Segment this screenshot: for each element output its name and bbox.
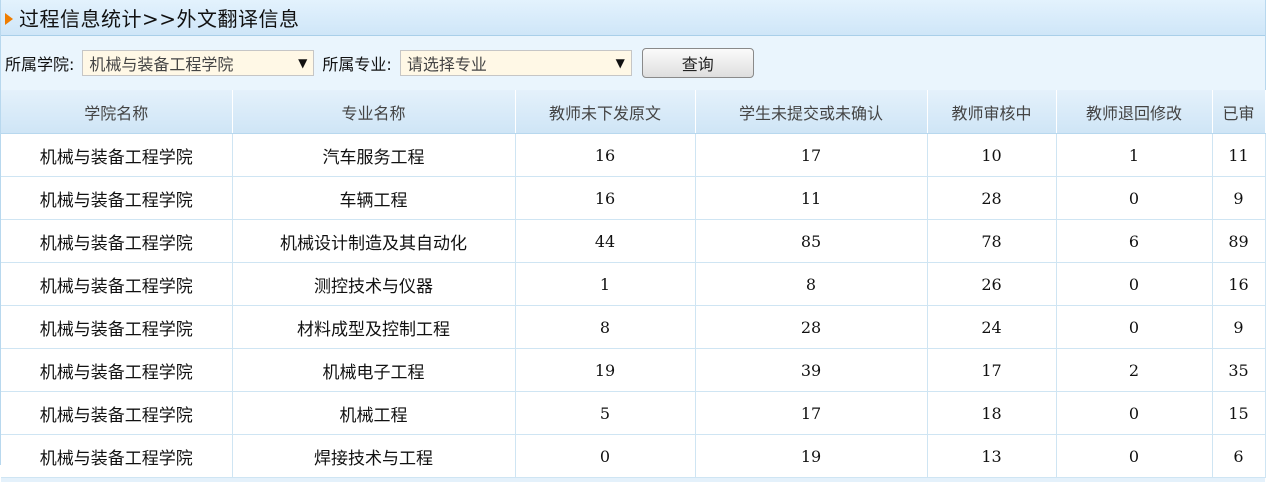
header-teacher-not-issued: 教师未下发原文: [515, 90, 696, 134]
header-reviewed: 已审: [1212, 90, 1266, 134]
title-bar: 过程信息统计>>外文翻译信息: [1, 0, 1265, 36]
cell-teacher-returned: 0: [1056, 176, 1213, 220]
cell-teacher-reviewing: 24: [927, 305, 1057, 349]
cell-teacher-reviewing: 10: [927, 133, 1057, 177]
header-major: 专业名称: [232, 90, 516, 134]
table-row: 机械与装备工程学院 车辆工程 16 11 28 0 9: [1, 176, 1266, 220]
cell-teacher-returned: 0: [1056, 262, 1213, 306]
cell-student-not-submitted: 17: [695, 391, 928, 435]
chevron-down-icon: ▼: [615, 56, 625, 70]
cell-major: 机械工程: [232, 391, 516, 435]
cell-teacher-reviewing: 26: [927, 262, 1057, 306]
arrow-right-icon: [5, 12, 13, 25]
cell-college: 机械与装备工程学院: [1, 262, 233, 306]
table-footer-strip: [1, 478, 1265, 482]
cell-reviewed: 6: [1212, 434, 1266, 478]
cell-major: 车辆工程: [232, 176, 516, 220]
cell-major: 汽车服务工程: [232, 133, 516, 177]
filter-bar: 所属学院: 机械与装备工程学院 ▼ 所属专业: 请选择专业 ▼ 查询: [1, 36, 1265, 90]
cell-student-not-submitted: 28: [695, 305, 928, 349]
cell-student-not-submitted: 11: [695, 176, 928, 220]
cell-college: 机械与装备工程学院: [1, 434, 233, 478]
header-teacher-returned: 教师退回修改: [1056, 90, 1213, 134]
cell-major: 机械电子工程: [232, 348, 516, 392]
college-select[interactable]: 机械与装备工程学院 ▼: [82, 50, 315, 76]
cell-teacher-not-issued: 16: [515, 176, 696, 220]
query-button[interactable]: 查询: [641, 48, 754, 78]
college-select-value: 机械与装备工程学院: [89, 55, 234, 74]
cell-college: 机械与装备工程学院: [1, 176, 233, 220]
table-row: 机械与装备工程学院 机械工程 5 17 18 0 15: [1, 391, 1266, 435]
cell-teacher-reviewing: 17: [927, 348, 1057, 392]
table-row: 机械与装备工程学院 机械电子工程 19 39 17 2 35: [1, 348, 1266, 392]
table-row: 机械与装备工程学院 机械设计制造及其自动化 44 85 78 6 89: [1, 219, 1266, 263]
cell-college: 机械与装备工程学院: [1, 219, 233, 263]
cell-reviewed: 11: [1212, 133, 1266, 177]
cell-major: 测控技术与仪器: [232, 262, 516, 306]
cell-teacher-reviewing: 28: [927, 176, 1057, 220]
page-title: 过程信息统计>>外文翻译信息: [19, 7, 300, 31]
cell-reviewed: 16: [1212, 262, 1266, 306]
cell-teacher-returned: 1: [1056, 133, 1213, 177]
cell-teacher-returned: 0: [1056, 305, 1213, 349]
cell-teacher-not-issued: 8: [515, 305, 696, 349]
major-select-value: 请选择专业: [406, 55, 487, 74]
cell-major: 机械设计制造及其自动化: [232, 219, 516, 263]
table-row: 机械与装备工程学院 测控技术与仪器 1 8 26 0 16: [1, 262, 1266, 306]
cell-reviewed: 15: [1212, 391, 1266, 435]
cell-college: 机械与装备工程学院: [1, 305, 233, 349]
chevron-down-icon: ▼: [298, 56, 308, 70]
cell-major: 焊接技术与工程: [232, 434, 516, 478]
college-label: 所属学院:: [5, 55, 75, 74]
cell-teacher-reviewing: 18: [927, 391, 1057, 435]
cell-teacher-returned: 6: [1056, 219, 1213, 263]
header-student-not-submitted: 学生未提交或未确认: [695, 90, 928, 134]
cell-college: 机械与装备工程学院: [1, 348, 233, 392]
cell-reviewed: 89: [1212, 219, 1266, 263]
table-row: 机械与装备工程学院 焊接技术与工程 0 19 13 0 6: [1, 434, 1266, 478]
cell-teacher-not-issued: 16: [515, 133, 696, 177]
cell-reviewed: 35: [1212, 348, 1266, 392]
cell-teacher-not-issued: 5: [515, 391, 696, 435]
table-header-row: 学院名称 专业名称 教师未下发原文 学生未提交或未确认 教师审核中 教师退回修改…: [1, 90, 1266, 134]
cell-teacher-not-issued: 0: [515, 434, 696, 478]
cell-student-not-submitted: 8: [695, 262, 928, 306]
cell-teacher-not-issued: 44: [515, 219, 696, 263]
cell-teacher-returned: 0: [1056, 391, 1213, 435]
cell-student-not-submitted: 85: [695, 219, 928, 263]
cell-teacher-reviewing: 78: [927, 219, 1057, 263]
cell-teacher-returned: 2: [1056, 348, 1213, 392]
cell-major: 材料成型及控制工程: [232, 305, 516, 349]
cell-student-not-submitted: 19: [695, 434, 928, 478]
page-container: 过程信息统计>>外文翻译信息 所属学院: 机械与装备工程学院 ▼ 所属专业: 请…: [0, 0, 1266, 482]
cell-teacher-not-issued: 19: [515, 348, 696, 392]
major-label: 所属专业:: [322, 55, 392, 74]
cell-teacher-returned: 0: [1056, 434, 1213, 478]
cell-student-not-submitted: 17: [695, 133, 928, 177]
stats-table: 学院名称 专业名称 教师未下发原文 学生未提交或未确认 教师审核中 教师退回修改…: [1, 90, 1266, 478]
cell-student-not-submitted: 39: [695, 348, 928, 392]
cell-teacher-reviewing: 13: [927, 434, 1057, 478]
cell-college: 机械与装备工程学院: [1, 391, 233, 435]
table-row: 机械与装备工程学院 材料成型及控制工程 8 28 24 0 9: [1, 305, 1266, 349]
cell-reviewed: 9: [1212, 305, 1266, 349]
header-teacher-reviewing: 教师审核中: [927, 90, 1057, 134]
cell-college: 机械与装备工程学院: [1, 133, 233, 177]
header-college: 学院名称: [1, 90, 233, 134]
cell-reviewed: 9: [1212, 176, 1266, 220]
cell-teacher-not-issued: 1: [515, 262, 696, 306]
table-row: 机械与装备工程学院 汽车服务工程 16 17 10 1 11: [1, 133, 1266, 177]
major-select[interactable]: 请选择专业 ▼: [399, 50, 632, 76]
